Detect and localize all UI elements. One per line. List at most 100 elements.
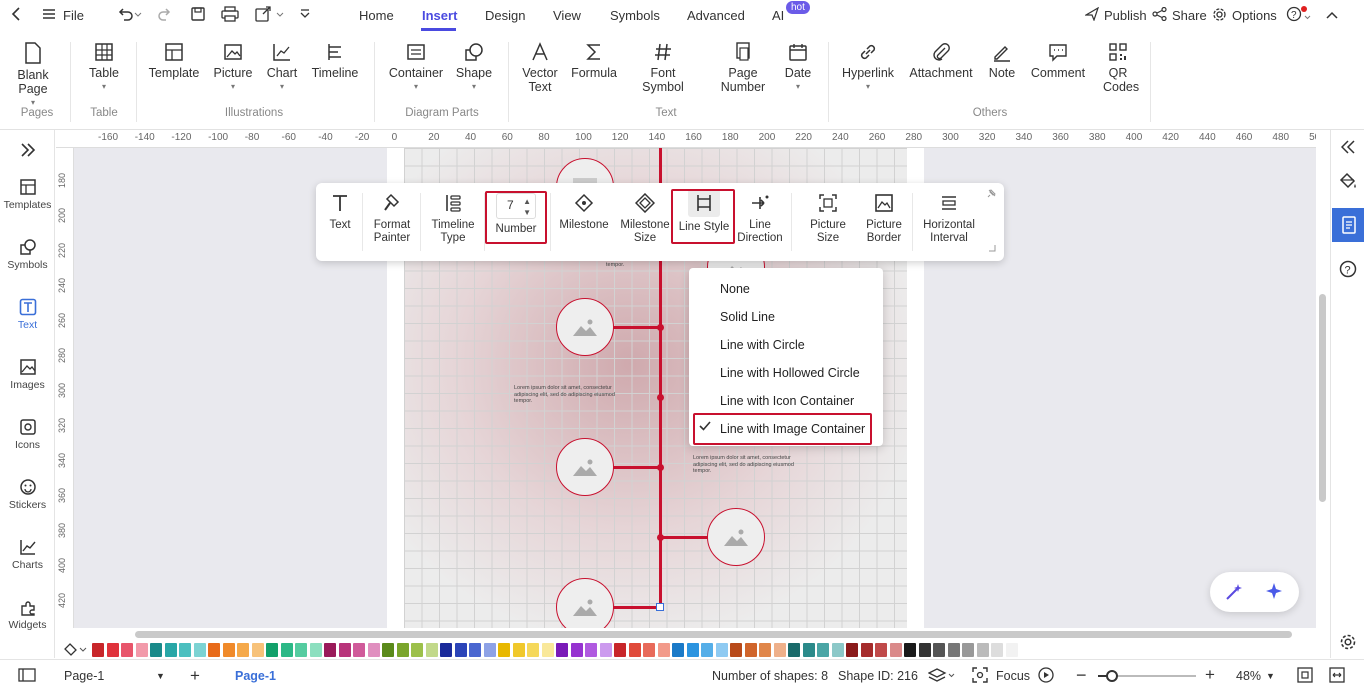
- sidebar-item-images[interactable]: Images: [0, 358, 55, 391]
- hamburger-icon[interactable]: [42, 7, 56, 24]
- tab-home[interactable]: Home: [359, 8, 394, 23]
- color-swatch[interactable]: [556, 643, 568, 657]
- comment-button[interactable]: Comment: [1028, 42, 1088, 80]
- zoom-dropdown-icon[interactable]: ▼: [1266, 671, 1275, 681]
- milestone-button[interactable]: Milestone: [556, 193, 612, 232]
- color-swatch[interactable]: [353, 643, 365, 657]
- color-swatch[interactable]: [686, 643, 699, 657]
- tab-view[interactable]: View: [553, 8, 581, 23]
- milestone-size-button[interactable]: Milestone Size: [616, 193, 674, 245]
- timeline-text[interactable]: Lorem ipsum dolor sit amet, consectetur …: [693, 455, 808, 475]
- color-swatch[interactable]: [92, 643, 104, 657]
- color-swatch[interactable]: [440, 643, 452, 657]
- play-icon[interactable]: [1038, 667, 1054, 686]
- menu-item-line-with-hollowed-circle[interactable]: Line with Hollowed Circle: [720, 366, 860, 380]
- help-circle-icon[interactable]: ?: [1339, 260, 1357, 281]
- menu-item-line-with-circle[interactable]: Line with Circle: [720, 338, 805, 352]
- color-swatch[interactable]: [527, 643, 539, 657]
- image-container[interactable]: [556, 298, 614, 356]
- color-swatch[interactable]: [628, 643, 641, 657]
- horizontal-interval-button[interactable]: Horizontal Interval: [918, 193, 980, 245]
- tab-symbols[interactable]: Symbols: [610, 8, 660, 23]
- color-swatch[interactable]: [831, 643, 844, 657]
- color-swatch[interactable]: [222, 643, 235, 657]
- color-swatch[interactable]: [295, 643, 307, 657]
- qr-codes-button[interactable]: QR Codes: [1096, 42, 1140, 94]
- fill-color-icon[interactable]: [64, 643, 88, 660]
- formula-button[interactable]: Formula: [568, 42, 620, 80]
- color-swatch[interactable]: [585, 643, 597, 657]
- color-swatch[interactable]: [425, 643, 438, 657]
- page-number-button[interactable]: Page Number: [708, 42, 778, 94]
- color-swatch[interactable]: [817, 643, 829, 657]
- panel-toggle-icon[interactable]: [18, 668, 36, 685]
- text-tool-button[interactable]: Text: [324, 193, 356, 232]
- color-swatch[interactable]: [411, 643, 423, 657]
- format-painter-button[interactable]: Format Painter: [368, 193, 416, 245]
- color-swatch[interactable]: [570, 643, 583, 657]
- publish-icon[interactable]: [1083, 6, 1100, 24]
- ai-sparkle-icon[interactable]: [1264, 582, 1284, 605]
- share-icon[interactable]: [1152, 6, 1167, 24]
- color-swatch[interactable]: [324, 643, 336, 657]
- color-swatch[interactable]: [338, 643, 351, 657]
- color-swatch[interactable]: [280, 643, 293, 657]
- color-swatch[interactable]: [976, 643, 989, 657]
- line-direction-button[interactable]: Line Direction: [736, 193, 784, 245]
- zoom-out-icon[interactable]: −: [1076, 665, 1087, 686]
- vertical-scrollbar[interactable]: [1319, 294, 1326, 502]
- color-swatch[interactable]: [730, 643, 742, 657]
- color-swatch[interactable]: [454, 643, 467, 657]
- menu-item-none[interactable]: None: [720, 282, 750, 296]
- sidebar-item-symbols[interactable]: Symbols: [0, 238, 55, 271]
- sidebar-item-icons[interactable]: Icons: [0, 418, 55, 451]
- color-swatch[interactable]: [657, 643, 670, 657]
- color-swatch[interactable]: [744, 643, 757, 657]
- color-swatch[interactable]: [599, 643, 612, 657]
- color-swatch[interactable]: [715, 643, 728, 657]
- container-button[interactable]: Container ▾: [388, 42, 444, 94]
- image-container[interactable]: [556, 438, 614, 496]
- color-swatch[interactable]: [121, 643, 133, 657]
- sidebar-item-templates[interactable]: Templates: [0, 178, 55, 211]
- zoom-level[interactable]: 48%: [1236, 669, 1261, 683]
- color-swatch[interactable]: [193, 643, 206, 657]
- sidebar-item-widgets[interactable]: Widgets: [0, 598, 55, 631]
- focus-icon[interactable]: [972, 667, 988, 686]
- export-icon[interactable]: [255, 6, 285, 25]
- color-swatch[interactable]: [266, 643, 278, 657]
- file-menu[interactable]: File: [63, 8, 84, 23]
- settings-gear-icon[interactable]: [1339, 633, 1357, 654]
- zoom-in-icon[interactable]: +: [1205, 665, 1215, 685]
- color-swatch[interactable]: [469, 643, 481, 657]
- back-icon[interactable]: [10, 6, 22, 25]
- color-swatch[interactable]: [846, 643, 858, 657]
- color-swatch[interactable]: [382, 643, 394, 657]
- hyperlink-button[interactable]: Hyperlink ▾: [838, 42, 898, 94]
- more-dropdown-icon[interactable]: [299, 7, 311, 24]
- tab-insert[interactable]: Insert: [422, 8, 457, 23]
- picture-button[interactable]: Picture ▾: [210, 42, 256, 94]
- ai-magic-wand-icon[interactable]: [1224, 582, 1244, 605]
- color-swatch[interactable]: [179, 643, 191, 657]
- fit-page-icon[interactable]: [1297, 667, 1313, 686]
- color-swatch[interactable]: [875, 643, 887, 657]
- options-button[interactable]: Options: [1232, 8, 1277, 23]
- timeline-button[interactable]: Timeline: [308, 42, 362, 80]
- timeline-text[interactable]: Lorem ipsum dolor sit amet, consectetur …: [514, 385, 629, 405]
- color-swatch[interactable]: [904, 643, 916, 657]
- color-swatch[interactable]: [947, 643, 960, 657]
- color-swatch[interactable]: [788, 643, 800, 657]
- color-swatch[interactable]: [150, 643, 162, 657]
- redo-icon[interactable]: [158, 6, 172, 25]
- timeline-text[interactable]: tempor.: [606, 262, 646, 269]
- picture-border-button[interactable]: Picture Border: [862, 193, 906, 245]
- color-swatch[interactable]: [672, 643, 684, 657]
- page-properties-tab[interactable]: [1332, 208, 1364, 242]
- zoom-slider-thumb[interactable]: [1106, 670, 1118, 682]
- color-swatch[interactable]: [933, 643, 945, 657]
- focus-button[interactable]: Focus: [996, 669, 1030, 683]
- tab-ai[interactable]: AI: [772, 8, 784, 23]
- page-selector[interactable]: Page-1: [64, 669, 104, 683]
- color-swatch[interactable]: [701, 643, 713, 657]
